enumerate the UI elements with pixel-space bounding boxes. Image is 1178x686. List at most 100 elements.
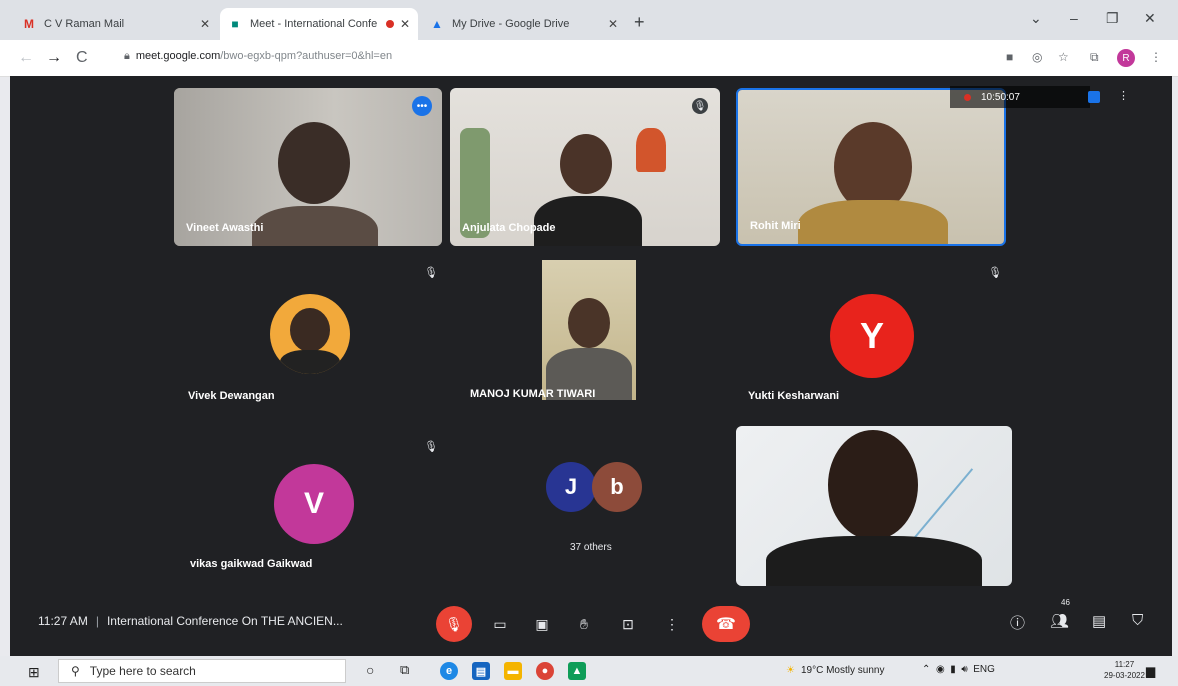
windows-start-icon[interactable]: ⊞ <box>28 664 40 681</box>
address-bar: ← → C 🔒︎ meet.google.com/bwo-egxb-qpm?aut… <box>0 40 1178 77</box>
present-icon: ⊡ <box>622 615 634 632</box>
back-icon[interactable]: ← <box>18 49 34 67</box>
microphone-button[interactable]: 🎙︎ <box>436 606 472 642</box>
tab-drive[interactable]: ▲ My Drive - Google Drive ✕ <box>422 8 626 40</box>
layout-icon[interactable] <box>1088 91 1100 103</box>
task-view-icon[interactable]: ⧉ <box>400 662 409 678</box>
menu-icon[interactable]: ⋮ <box>1150 50 1162 64</box>
search-placeholder: Type here to search <box>89 664 196 678</box>
camera-icon[interactable]: ■ <box>1006 50 1013 64</box>
network-icon[interactable]: ◉ <box>936 664 945 675</box>
tab-title: My Drive - Google Drive <box>452 18 570 30</box>
taskbar-clock[interactable]: 11:27 29-03-2022 <box>1104 659 1145 681</box>
reload-icon[interactable]: C <box>76 49 88 67</box>
participant-name: Rohit Miri <box>750 220 801 232</box>
clock-time: 11:27 <box>1114 660 1135 669</box>
participant-name: Vineet Awasthi <box>186 222 264 234</box>
person-body <box>534 196 642 246</box>
people-icon[interactable]: 👥︎ <box>1050 612 1069 630</box>
participant-tile-manoj[interactable]: MANOJ KUMAR TIWARI <box>450 260 720 410</box>
url-field[interactable]: 🔒︎ meet.google.com/bwo-egxb-qpm?authuser=… <box>124 50 392 63</box>
meeting-time: 11:27 AM <box>38 614 88 628</box>
mic-off-icon: 🎙︎ <box>445 615 463 632</box>
meeting-title: International Conference On THE ANCIEN..… <box>106 614 343 628</box>
new-tab-icon[interactable]: + <box>634 12 645 33</box>
participant-tile-vikas[interactable]: 🎙︎ V vikas gaikwad Gaikwad <box>174 436 442 582</box>
notification-icon[interactable]: ▆ <box>1146 664 1155 678</box>
lock-icon: 🔒︎ <box>124 50 130 62</box>
chat-icon[interactable]: ▤ <box>1092 612 1106 630</box>
close-icon[interactable]: ✕ <box>200 17 210 31</box>
extensions-icon[interactable]: ⧉ <box>1090 50 1099 65</box>
recording-dot-icon <box>385 20 394 28</box>
recording-timer: 10:50:07 <box>981 91 1020 103</box>
clock-date: 29-03-2022 <box>1104 671 1145 680</box>
person-head <box>834 122 912 212</box>
profile-avatar[interactable]: R <box>1117 49 1135 67</box>
present-button[interactable]: ⊡ <box>610 606 646 642</box>
drive-app-icon[interactable]: ▲ <box>568 662 586 680</box>
participant-tile-self[interactable] <box>736 426 1012 586</box>
participant-tile-anjulata[interactable]: 🎙︎ Anjulata Chopade <box>450 88 720 246</box>
participant-tile-vivek[interactable]: 🎙︎ Vivek Dewangan <box>174 260 442 410</box>
store-icon[interactable]: ▤ <box>472 662 490 680</box>
mic-off-icon: 🎙︎ <box>988 267 1002 279</box>
participant-tile-rohit[interactable]: Rohit Miri <box>736 88 1006 246</box>
info-icon[interactable]: ⓘ <box>1010 612 1025 633</box>
participant-name: vikas gaikwad Gaikwad <box>190 558 313 570</box>
decor-lamp <box>636 128 666 172</box>
volume-icon[interactable]: 🔊︎ <box>961 664 967 675</box>
recording-indicator: 10:50:07 <box>950 86 1090 108</box>
chevron-down-icon[interactable]: ⌄ <box>1030 10 1042 27</box>
weather-widget[interactable]: ☀ 19°C Mostly sunny <box>786 665 884 676</box>
windows-taskbar: ⊞ ⚲ Type here to search ○ ⧉ e ▤ ▬ ● ▲ ☀ 1… <box>0 656 1178 686</box>
close-window-icon[interactable]: ✕ <box>1144 10 1156 27</box>
participant-tile-vineet[interactable]: ••• Vineet Awasthi <box>174 88 442 246</box>
participant-name: Anjulata Chopade <box>462 222 556 234</box>
forward-icon[interactable]: → <box>46 49 62 67</box>
taskbar-search[interactable]: ⚲ Type here to search <box>58 659 346 683</box>
camera-button[interactable]: ▭ <box>482 606 518 642</box>
chrome-icon[interactable]: ● <box>536 662 554 680</box>
participant-tile-yukti[interactable]: 🎙︎ Y Yukti Kesharwani <box>736 260 1006 410</box>
chevron-up-icon[interactable]: ⌃ <box>922 664 930 675</box>
speaking-icon: ••• <box>412 96 432 116</box>
file-explorer-icon[interactable]: ▬ <box>504 662 522 680</box>
avatar: Y <box>830 294 914 378</box>
participant-name: Vivek Dewangan <box>188 390 275 402</box>
meeting-info: 11:27 AM | International Conference On THE… <box>38 614 343 628</box>
gmail-icon: M <box>24 17 34 31</box>
more-icon: ⋮ <box>665 615 679 632</box>
battery-icon[interactable]: ▮ <box>950 664 956 675</box>
tab-meet[interactable]: ■ Meet - International Confe ✕ <box>220 8 418 40</box>
minimize-icon[interactable]: – <box>1070 10 1078 26</box>
video-feed <box>542 260 636 400</box>
leave-call-button[interactable]: ☎︎ <box>702 606 750 642</box>
captions-button[interactable]: ▣ <box>524 606 560 642</box>
tab-gmail[interactable]: M C V Raman Mail ✕ <box>14 8 218 40</box>
cortana-icon[interactable]: ○ <box>366 662 374 678</box>
activities-icon[interactable]: ⛉ <box>1132 612 1143 629</box>
meet-stage: ••• Vineet Awasthi 🎙︎ Anjulata Chopade R… <box>10 76 1172 656</box>
person-body <box>798 200 948 244</box>
star-icon[interactable]: ☆ <box>1058 50 1069 64</box>
close-icon[interactable]: ✕ <box>608 17 618 31</box>
edge-icon[interactable]: e <box>440 662 458 680</box>
mic-off-icon: 🎙︎ <box>424 267 438 279</box>
mic-off-icon: 🎙︎ <box>424 441 438 453</box>
participant-count: 46 <box>1061 598 1070 607</box>
more-options-button[interactable]: ⋮ <box>654 606 690 642</box>
meeting-controls-bar: 11:27 AM | International Conference On THE… <box>10 596 1172 656</box>
restore-icon[interactable]: ❐ <box>1106 10 1119 27</box>
tab-title: C V Raman Mail <box>44 18 125 30</box>
tab-title: Meet - International Confe <box>250 18 378 30</box>
person-head <box>560 134 612 194</box>
share-icon[interactable]: ◎ <box>1032 50 1042 64</box>
avatar: b <box>592 462 642 512</box>
raise-hand-button[interactable]: ✋︎ <box>566 606 602 642</box>
url-path: /bwo-egxb-qpm?authuser=0&hl=en <box>220 50 393 62</box>
more-icon[interactable]: ⋮ <box>1118 89 1129 102</box>
close-icon[interactable]: ✕ <box>400 17 410 31</box>
language-indicator[interactable]: ENG <box>973 664 995 675</box>
participant-tile-others[interactable]: J b <box>450 436 720 582</box>
